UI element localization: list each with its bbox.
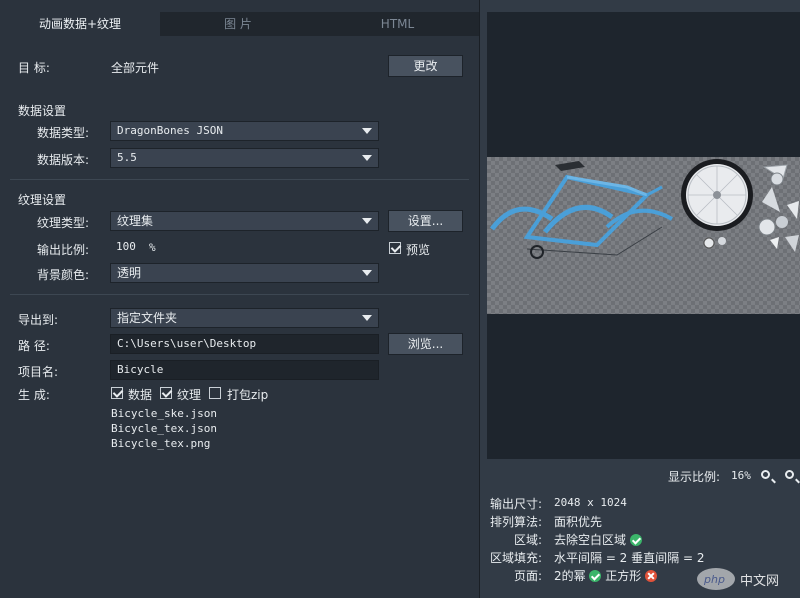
tab-animation-data-texture[interactable]: 动画数据+纹理	[0, 12, 160, 36]
site-watermark: php 中文网	[696, 566, 796, 592]
generate-data-label: 数据	[128, 388, 153, 402]
data-type-value: DragonBones JSON	[117, 124, 223, 137]
data-version-label: 数据版本:	[37, 153, 90, 167]
square-text: 正方形	[605, 569, 642, 583]
output-size-value: 2048 x 1024	[554, 496, 627, 509]
generate-texture-label: 纹理	[177, 388, 202, 402]
export-to-value: 指定文件夹	[117, 311, 178, 325]
generate-data-checkbox[interactable]	[111, 387, 124, 399]
zoom-label: 显示比例:	[668, 470, 721, 484]
page-label: 页面:	[513, 569, 542, 583]
check-icon	[161, 387, 173, 398]
data-settings-title: 数据设置	[18, 104, 67, 118]
change-button[interactable]: 更改	[388, 55, 463, 77]
generate-label: 生 成:	[18, 388, 50, 402]
region-label: 区域:	[513, 533, 542, 547]
target-value: 全部元件	[111, 61, 160, 75]
path-label: 路 径:	[18, 339, 50, 353]
check-icon	[112, 387, 124, 398]
preview-label: 预览	[406, 243, 431, 257]
check-circle-icon	[589, 570, 602, 582]
region-padding-label: 区域填充:	[489, 551, 542, 565]
page-value: 2的幂 正方形	[554, 567, 658, 584]
texture-type-value: 纹理集	[117, 214, 154, 228]
power-of-two-text: 2的幂	[554, 569, 586, 583]
data-version-value: 5.5	[117, 151, 137, 164]
generate-texture-checkbox[interactable]	[160, 387, 173, 399]
check-circle-icon	[629, 534, 642, 546]
browse-button[interactable]: 浏览...	[388, 333, 463, 355]
output-scale-label: 输出比例:	[37, 243, 90, 257]
output-file-ske-json: Bicycle_ske.json	[111, 407, 217, 420]
zoom-value: 16%	[731, 469, 751, 482]
texture-type-label: 纹理类型:	[37, 216, 90, 230]
divider	[10, 179, 469, 180]
chevron-down-icon	[362, 155, 372, 161]
chevron-down-icon	[362, 218, 372, 224]
project-name-input[interactable]: Bicycle	[110, 360, 379, 380]
export-to-select[interactable]: 指定文件夹	[110, 308, 379, 328]
bicycle-texture-image	[489, 159, 799, 259]
packing-algorithm-value: 面积优先	[554, 515, 603, 529]
background-color-value: 透明	[117, 266, 142, 280]
watermark-text: 中文网	[740, 574, 780, 589]
output-scale-unit: %	[149, 241, 156, 254]
export-settings-panel: 动画数据+纹理 图 片 HTML 目 标: 全部元件 更改 数据设置 数据类型:…	[0, 0, 480, 598]
tab-image[interactable]: 图 片	[162, 12, 314, 36]
svg-text:php: php	[703, 573, 725, 586]
data-type-select[interactable]: DragonBones JSON	[110, 121, 379, 141]
zoom-out-icon[interactable]	[785, 470, 794, 479]
region-value: 去除空白区域	[554, 531, 642, 548]
region-padding-value: 水平间隔 = 2 垂直间隔 = 2	[554, 551, 705, 565]
generate-zip-label: 打包zip	[227, 388, 269, 402]
output-file-tex-json: Bicycle_tex.json	[111, 422, 217, 435]
chevron-down-icon	[362, 270, 372, 276]
data-type-label: 数据类型:	[37, 126, 90, 140]
preview-panel: 显示比例: 16% 输出尺寸: 2048 x 1024 排列算法: 面积优先 区…	[480, 0, 800, 598]
packing-algorithm-label: 排列算法:	[489, 515, 542, 529]
region-text: 去除空白区域	[554, 533, 627, 547]
project-name-label: 项目名:	[18, 365, 59, 379]
export-to-label: 导出到:	[18, 313, 59, 327]
output-scale-input[interactable]: 100	[110, 238, 146, 258]
zoom-in-icon[interactable]	[761, 470, 770, 479]
check-icon	[390, 242, 402, 253]
divider	[10, 294, 469, 295]
data-version-select[interactable]: 5.5	[110, 148, 379, 168]
tab-bar: 动画数据+纹理 图 片 HTML	[0, 12, 479, 36]
chevron-down-icon	[362, 128, 372, 134]
close-circle-icon	[645, 570, 658, 582]
chevron-down-icon	[362, 315, 372, 321]
texture-atlas-preview	[487, 157, 800, 314]
texture-type-select[interactable]: 纹理集	[110, 211, 379, 231]
preview-canvas[interactable]	[487, 12, 800, 459]
output-file-tex-png: Bicycle_tex.png	[111, 437, 211, 450]
output-size-label: 输出尺寸:	[489, 497, 542, 511]
texture-settings-title: 纹理设置	[18, 193, 67, 207]
background-color-select[interactable]: 透明	[110, 263, 379, 283]
path-input[interactable]: C:\Users\user\Desktop	[110, 334, 379, 354]
texture-settings-button[interactable]: 设置...	[388, 210, 463, 232]
target-label: 目 标:	[18, 61, 50, 75]
tab-html[interactable]: HTML	[316, 12, 479, 36]
generate-zip-checkbox[interactable]	[209, 387, 221, 399]
preview-checkbox[interactable]	[389, 242, 402, 254]
background-color-label: 背景颜色:	[37, 268, 90, 282]
